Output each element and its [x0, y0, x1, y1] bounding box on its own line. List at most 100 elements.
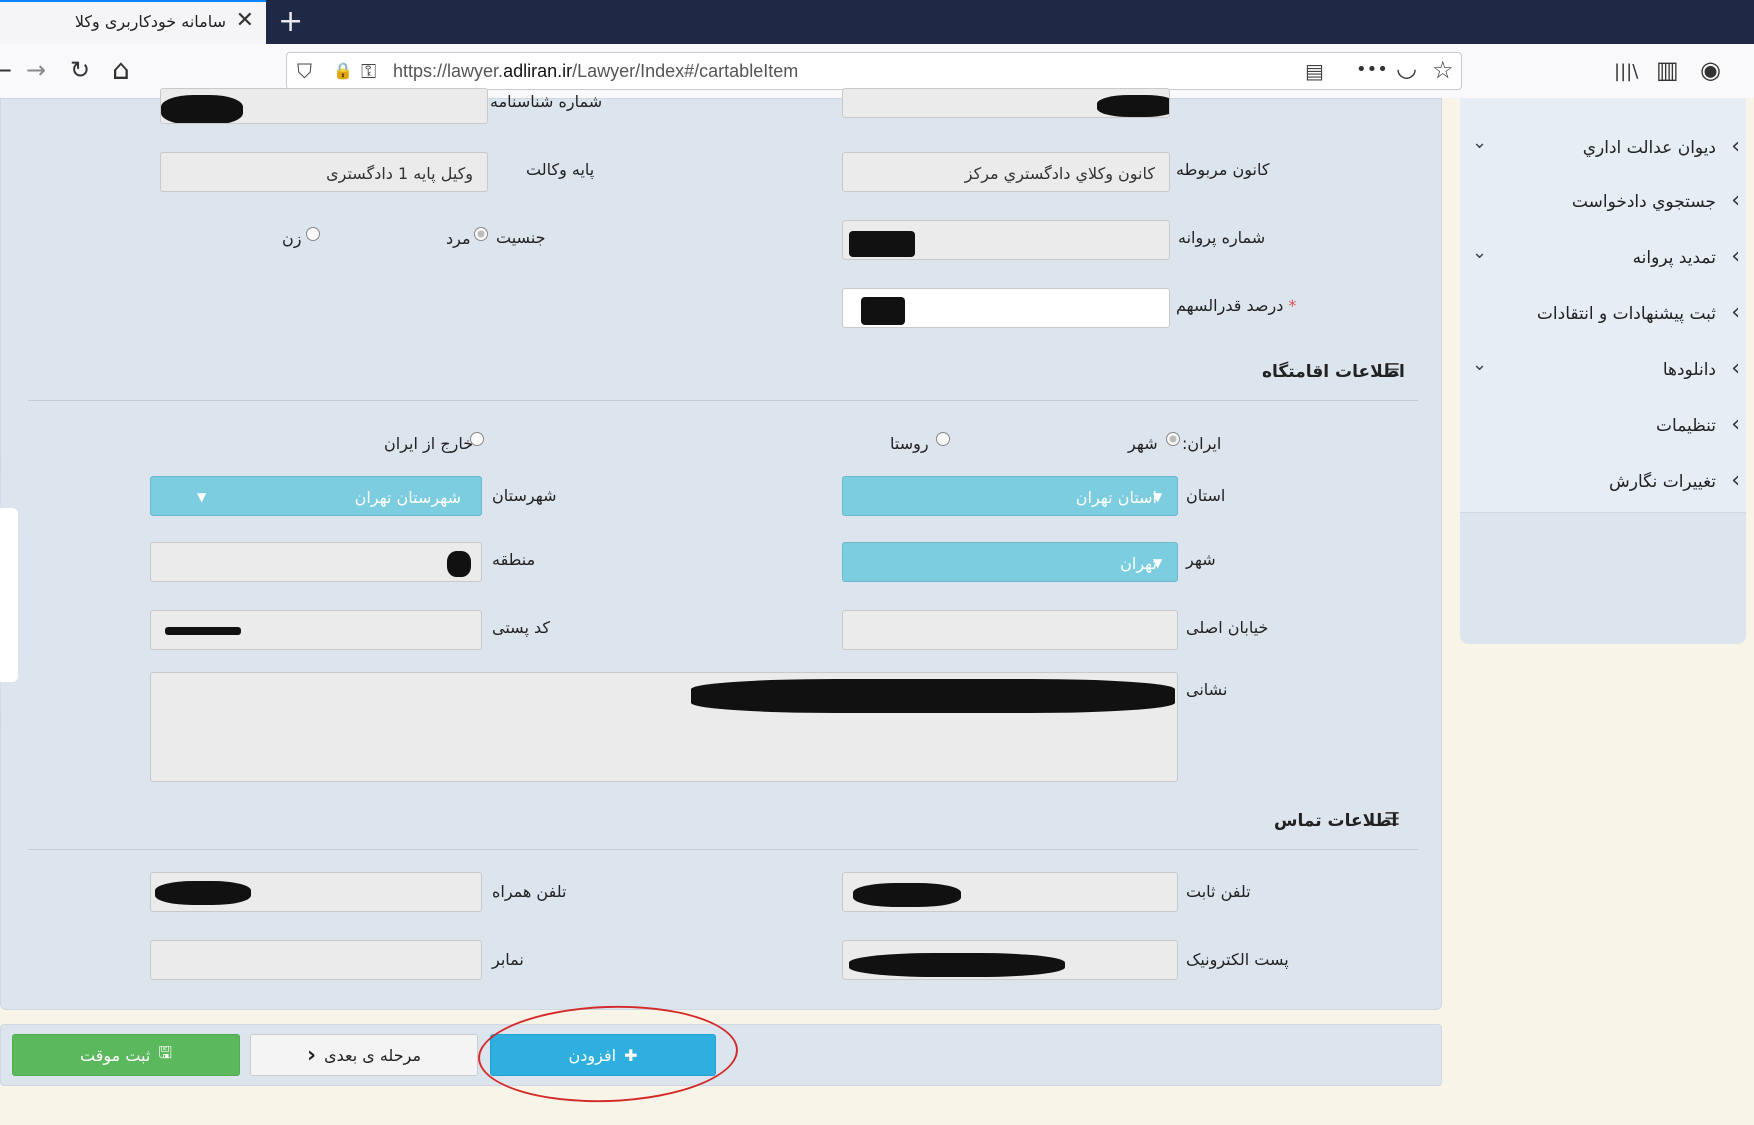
- sidebar-item-petition-search[interactable]: جستجوي دادخواست ‹: [1460, 182, 1746, 222]
- account-icon[interactable]: ◉: [1700, 58, 1721, 82]
- license-base-field[interactable]: وکیل پایه 1 دادگستری: [160, 152, 488, 192]
- pocket-icon[interactable]: ◡: [1396, 56, 1417, 80]
- county-select[interactable]: شهرستان تهران ▼: [150, 476, 482, 516]
- chevron-left-icon: ‹: [306, 1042, 317, 1068]
- tab-title: سامانه خودکاربری وکلا: [74, 12, 226, 31]
- city-type-label: شهر: [1128, 434, 1158, 453]
- floppy-disk-icon: 🖫: [158, 1042, 172, 1062]
- star-icon[interactable]: ☆: [1432, 58, 1454, 82]
- fax-label: نمابر: [492, 950, 524, 969]
- abroad-label: خارج از ایران: [384, 434, 474, 453]
- url-prefix: https://lawyer.: [393, 61, 504, 81]
- gender-male-radio[interactable]: [474, 227, 488, 241]
- father-name-field[interactable]: [842, 88, 1170, 118]
- redacted-value: [691, 679, 1175, 713]
- village-label: روستا: [890, 434, 929, 453]
- gender-male-label: مرد: [446, 229, 471, 248]
- bar-association-label: کانون مربوطه: [1176, 160, 1270, 179]
- url-host: adliran.ir: [503, 61, 573, 81]
- sidebar-item-label: دانلودها: [1662, 360, 1716, 380]
- required-mark: *: [1288, 296, 1297, 315]
- sidebar-item-downloads[interactable]: دانلودها ‹ ⌄: [1460, 350, 1746, 390]
- postal-code-label: کد پستی: [492, 618, 550, 637]
- reader-view-icon[interactable]: ▤: [1305, 59, 1324, 83]
- sidebar-item-label: تغييرات نگارش: [1609, 472, 1716, 492]
- redacted-value: [1097, 95, 1169, 117]
- chevron-left-icon: ‹: [1731, 244, 1740, 269]
- gender-label: جنسیت: [496, 228, 546, 247]
- city-select[interactable]: تهران ▼: [842, 542, 1178, 582]
- back-icon[interactable]: ←: [0, 58, 12, 82]
- sidebar-item-administrative-court[interactable]: ديوان عدالت اداري ‹ ⌄: [1460, 128, 1746, 168]
- sidebar-item-label: جستجوي دادخواست: [1571, 192, 1716, 212]
- address-label: نشانی: [1186, 680, 1228, 699]
- share-percent-field[interactable]: [842, 288, 1170, 328]
- address-textarea[interactable]: [150, 672, 1178, 782]
- chevron-left-icon: ‹: [1731, 300, 1740, 325]
- url-path: /Lawyer/Index#/cartableItem: [572, 61, 799, 81]
- redacted-value: [165, 627, 241, 635]
- fax-field[interactable]: [150, 940, 482, 980]
- license-number-label: شماره پروانه: [1178, 228, 1266, 247]
- city-type-radio[interactable]: [1166, 432, 1180, 446]
- sidebar-item-label: تنظيمات: [1656, 416, 1716, 436]
- new-tab-icon[interactable]: +: [278, 4, 303, 39]
- sidebar-item-version-changes[interactable]: تغييرات نگارش ‹: [1460, 462, 1746, 502]
- email-field[interactable]: [842, 940, 1178, 980]
- key-icon[interactable]: ⚿: [361, 59, 376, 83]
- province-select[interactable]: استان تهران ▼: [842, 476, 1178, 516]
- close-icon[interactable]: ✕: [236, 8, 254, 33]
- phone-field[interactable]: [842, 872, 1178, 912]
- redacted-value: [853, 883, 961, 907]
- sidebar-item-label: تمديد پروانه: [1632, 248, 1716, 268]
- village-radio[interactable]: [936, 432, 950, 446]
- province-select-value: استان تهران: [1075, 488, 1157, 507]
- residence-section-title: اطلاعات اقامتگاه: [1262, 362, 1405, 382]
- id-number-label: شماره شناسنامه: [490, 92, 603, 111]
- redacted-value: [447, 551, 471, 577]
- share-percent-label: * درصد قدرالسهم: [1176, 296, 1296, 315]
- section-divider: [28, 849, 1418, 850]
- shield-icon[interactable]: ⛉: [297, 59, 312, 83]
- url-bar[interactable]: ⛉ 🔒 ⚿ https://lawyer.adliran.ir/Lawyer/I…: [286, 52, 1462, 90]
- sidebar-item-license-renewal[interactable]: تمديد پروانه ‹ ⌄: [1460, 238, 1746, 278]
- district-field[interactable]: [150, 542, 482, 582]
- license-base-value: وکیل پایه 1 دادگستری: [326, 164, 473, 183]
- forward-icon[interactable]: →: [26, 58, 46, 82]
- lock-icon[interactable]: 🔒: [333, 61, 353, 80]
- next-step-button[interactable]: مرحله ی بعدی ‹: [250, 1034, 478, 1076]
- save-temp-label: ثبت موقت: [80, 1045, 151, 1065]
- home-icon[interactable]: ⌂: [112, 56, 130, 84]
- redacted-value: [849, 231, 915, 257]
- url-text[interactable]: https://lawyer.adliran.ir/Lawyer/Index#/…: [393, 61, 798, 82]
- next-step-label: مرحله ی بعدی: [324, 1045, 422, 1065]
- reload-icon[interactable]: ↻: [70, 58, 90, 82]
- chevron-left-icon: ‹: [1731, 412, 1740, 437]
- main-street-field[interactable]: [842, 610, 1178, 650]
- mobile-label: تلفن همراه: [492, 882, 567, 901]
- city-select-value: تهران: [1120, 554, 1157, 573]
- county-select-value: شهرستان تهران: [354, 488, 461, 507]
- bar-association-field[interactable]: كانون وكلاي دادگستري مركز: [842, 152, 1170, 192]
- sidebar-item-suggestions[interactable]: ثبت پيشنهادات و انتقادات ‹: [1460, 294, 1746, 334]
- library-icon[interactable]: |||\: [1614, 60, 1638, 84]
- county-label: شهرستان: [492, 486, 557, 505]
- chevron-left-icon: ‹: [1731, 188, 1740, 213]
- browser-tab-active[interactable]: سامانه خودکاربری وکلا ✕: [0, 0, 266, 44]
- sidebar-item-settings[interactable]: تنظيمات ‹: [1460, 406, 1746, 446]
- postal-code-field[interactable]: [150, 610, 482, 650]
- save-temp-button[interactable]: 🖫 ثبت موقت: [12, 1034, 240, 1076]
- caret-down-icon: ▼: [197, 490, 207, 504]
- sidebar-toggle-icon[interactable]: ▥: [1656, 58, 1679, 82]
- gender-female-radio[interactable]: [306, 227, 320, 241]
- license-number-field[interactable]: [842, 220, 1170, 260]
- caret-down-icon: ▼: [1153, 490, 1163, 504]
- chevron-left-icon: ‹: [1731, 356, 1740, 381]
- contact-section-title: اطلاعات تماس: [1274, 811, 1398, 831]
- sidebar-item-label: ديوان عدالت اداري: [1582, 138, 1716, 158]
- share-percent-text: درصد قدرالسهم: [1176, 296, 1284, 315]
- floating-side-tab[interactable]: [0, 508, 18, 682]
- more-icon[interactable]: •••: [1356, 58, 1388, 82]
- id-number-field[interactable]: [160, 88, 488, 124]
- mobile-field[interactable]: [150, 872, 482, 912]
